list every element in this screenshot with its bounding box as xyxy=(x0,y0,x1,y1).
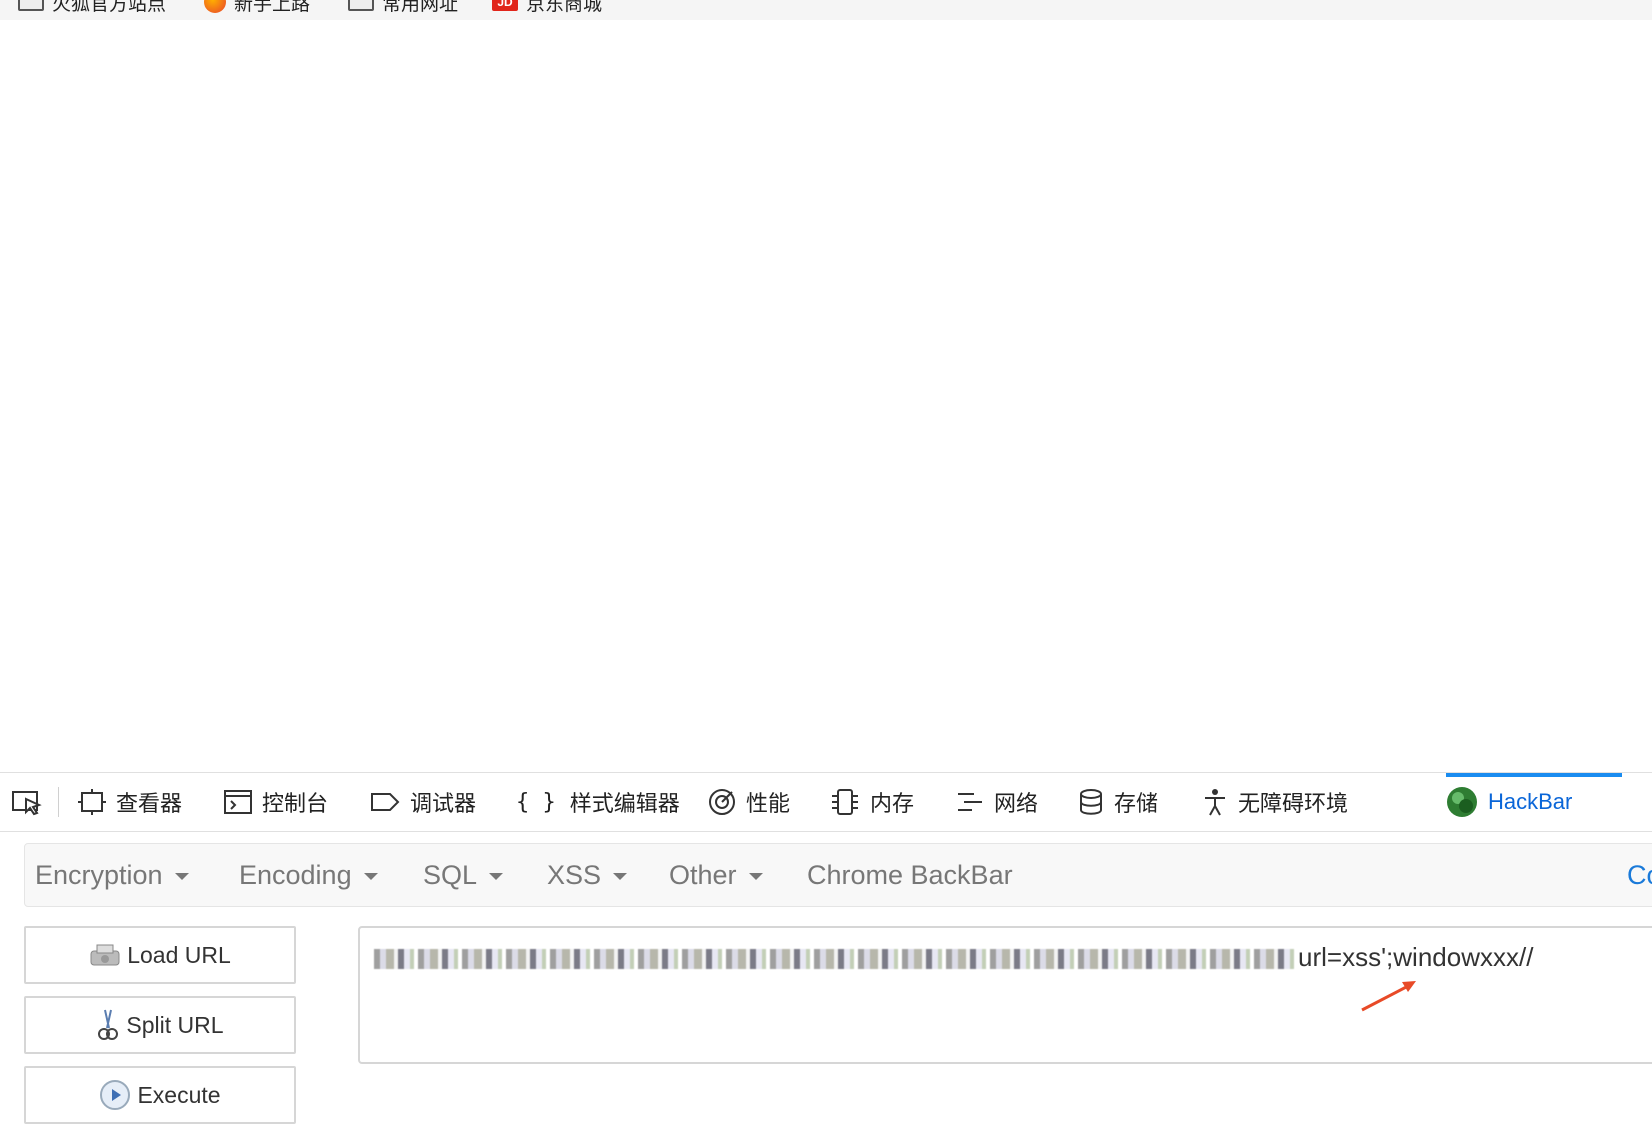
load-url-icon xyxy=(89,941,121,969)
memory-icon xyxy=(832,789,858,815)
scissors-icon xyxy=(96,1008,120,1042)
tab-label: 调试器 xyxy=(410,791,477,816)
folder-icon xyxy=(18,0,44,11)
bookmark-label: 火狐官方站点 xyxy=(52,0,167,15)
hackbar-menu: Encryption Encoding SQL XSS Other Chrome… xyxy=(24,843,1652,907)
bookmark-item[interactable]: 新手上路 xyxy=(204,0,311,15)
button-label: Execute xyxy=(137,1081,221,1108)
firefox-icon xyxy=(204,0,226,13)
redacted-url-part xyxy=(374,949,1294,970)
menu-chrome-backbar[interactable]: Chrome BackBar xyxy=(807,844,1013,906)
style-editor-icon: { } xyxy=(516,789,556,815)
menu-label: Encoding xyxy=(239,859,352,890)
bookmark-label: 常用网址 xyxy=(382,0,459,15)
load-url-button[interactable]: Load URL xyxy=(24,926,296,984)
menu-encryption[interactable]: Encryption xyxy=(35,844,189,906)
tab-network[interactable]: 网络 xyxy=(956,773,1038,831)
bookmark-item[interactable]: 火狐官方站点 xyxy=(18,0,167,15)
annotation-arrow-icon xyxy=(1361,981,1416,1012)
bookmark-label: 京东商城 xyxy=(526,0,603,15)
tab-label: 内存 xyxy=(870,791,915,816)
url-textarea[interactable]: url=xss';windowxxx// xyxy=(358,926,1652,1064)
inspector-icon xyxy=(78,789,106,815)
menu-xss[interactable]: XSS xyxy=(547,844,628,906)
performance-icon xyxy=(709,789,735,815)
tab-storage[interactable]: 存储 xyxy=(1078,773,1158,831)
tab-label: 网络 xyxy=(994,791,1039,816)
tab-memory[interactable]: 内存 xyxy=(830,773,914,831)
tab-performance[interactable]: 性能 xyxy=(708,773,790,831)
storage-icon xyxy=(1080,789,1102,815)
menu-label: Encryption xyxy=(35,859,163,890)
menu-label: Co xyxy=(1627,859,1652,890)
devtools-toolbar: 查看器 控制台 调试器 { } 样式编辑器 性能 内存 网络 存储 无障碍环境 … xyxy=(0,772,1652,832)
tab-label: HackBar xyxy=(1488,789,1573,814)
menu-contribute[interactable]: Co xyxy=(1627,844,1652,906)
url-visible-value: url=xss';windowxxx// xyxy=(1298,942,1534,972)
page-viewport[interactable] xyxy=(0,20,1652,772)
play-icon xyxy=(99,1079,131,1111)
tab-label: 无障碍环境 xyxy=(1238,791,1349,816)
bookmark-label: 新手上路 xyxy=(234,0,311,15)
menu-label: Chrome BackBar xyxy=(807,859,1013,890)
network-icon xyxy=(958,793,982,811)
debugger-icon xyxy=(371,793,400,811)
url-text: url=xss';windowxxx// xyxy=(374,942,1533,973)
caret-down-icon xyxy=(748,873,763,880)
menu-encoding[interactable]: Encoding xyxy=(239,844,378,906)
tab-accessibility[interactable]: 无障碍环境 xyxy=(1202,773,1348,831)
bookmark-item[interactable]: 常用网址 xyxy=(348,0,459,15)
folder-icon xyxy=(348,0,374,11)
tab-console[interactable]: 控制台 xyxy=(224,773,328,831)
caret-down-icon xyxy=(489,873,504,880)
console-icon xyxy=(224,790,252,814)
menu-label: XSS xyxy=(547,859,602,890)
tab-label: 性能 xyxy=(746,791,791,816)
bookmark-item[interactable]: JD 京东商城 xyxy=(492,0,603,15)
button-label: Load URL xyxy=(127,941,231,968)
menu-sql[interactable]: SQL xyxy=(423,844,504,906)
tab-label: 查看器 xyxy=(116,791,183,816)
toolbar-separator xyxy=(58,787,59,817)
bookmarks-bar: 火狐官方站点 新手上路 常用网址 JD 京东商城 xyxy=(0,0,1652,21)
split-url-button[interactable]: Split URL xyxy=(24,996,296,1054)
caret-down-icon xyxy=(174,873,189,880)
menu-label: SQL xyxy=(423,859,478,890)
caret-down-icon xyxy=(613,873,628,880)
button-label: Split URL xyxy=(126,1011,224,1038)
accessibility-icon xyxy=(1205,789,1225,816)
hackbar-icon xyxy=(1447,787,1477,817)
menu-other[interactable]: Other xyxy=(669,844,763,906)
caret-down-icon xyxy=(363,873,378,880)
tab-inspector[interactable]: 查看器 xyxy=(78,773,182,831)
tab-label: 控制台 xyxy=(262,791,329,816)
jd-icon: JD xyxy=(492,0,518,11)
tab-label: 存储 xyxy=(1114,791,1159,816)
tab-hackbar[interactable]: HackBar xyxy=(1446,773,1572,831)
tab-debugger[interactable]: 调试器 xyxy=(370,773,476,831)
tab-style-editor[interactable]: { } 样式编辑器 xyxy=(516,773,680,831)
execute-button[interactable]: Execute xyxy=(24,1066,296,1124)
menu-label: Other xyxy=(669,859,737,890)
element-picker-icon[interactable] xyxy=(12,788,42,821)
tab-label: 样式编辑器 xyxy=(569,791,680,816)
